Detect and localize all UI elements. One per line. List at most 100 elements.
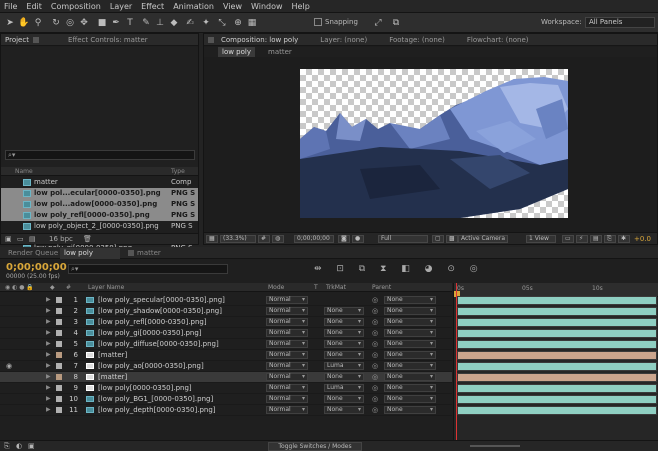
tab-footage[interactable]: Footage: (none) — [385, 36, 449, 44]
mode-select[interactable]: Normal — [266, 362, 308, 370]
timeline-search-input[interactable]: ⌕▾ — [68, 264, 228, 274]
av-features-icon[interactable]: ◉ ◐ ● 🔒 — [5, 284, 34, 291]
crumb-low-poly[interactable]: low poly — [218, 47, 255, 57]
transparency-grid-icon[interactable]: ▩ — [446, 235, 458, 243]
menu-view[interactable]: View — [223, 2, 242, 11]
mode-select[interactable]: Normal — [266, 384, 308, 392]
layer-duration-bar[interactable] — [457, 373, 657, 382]
view-axis-icon[interactable]: ▦ — [246, 17, 258, 29]
comp-flowchart-icon[interactable]: ⎘ — [4, 442, 10, 451]
eye-icon[interactable]: ◉ — [6, 361, 12, 371]
col-trkmat[interactable]: TrkMat — [326, 284, 346, 291]
layer-name[interactable]: [low poly_specular[0000-0350].png] — [98, 295, 225, 305]
clone-tool-icon[interactable]: ⊥ — [154, 17, 166, 29]
pickwhip-icon[interactable]: ◎ — [372, 328, 378, 338]
layer-row[interactable]: ▶ 3 [low poly_refl[0000-0350].png] Normal No… — [0, 317, 452, 328]
layer-name[interactable]: [low poly[0000-0350].png] — [98, 383, 192, 393]
pickwhip-icon[interactable]: ◎ — [372, 339, 378, 349]
mode-select[interactable]: Normal — [266, 340, 308, 348]
axis-icon[interactable]: ⤡ — [216, 17, 228, 29]
time-ruler[interactable]: 0s 05s 10s — [454, 283, 658, 297]
zoom-slider[interactable] — [470, 445, 520, 447]
always-preview-icon[interactable]: ▦ — [206, 235, 218, 243]
pickwhip-icon[interactable]: ◎ — [372, 372, 378, 382]
layer-duration-bar[interactable] — [457, 296, 657, 305]
expand-triangle-icon[interactable]: ▶ — [46, 328, 51, 338]
expand-triangle-icon[interactable]: ▶ — [46, 295, 51, 305]
trkmat-select[interactable]: None — [324, 329, 364, 337]
mode-select[interactable]: Normal — [266, 307, 308, 315]
project-item[interactable]: low pol...ecular[0000-0350].png PNG S — [1, 188, 198, 199]
parent-select[interactable]: None — [384, 340, 436, 348]
menu-window[interactable]: Window — [251, 2, 283, 11]
label-color-swatch[interactable] — [56, 341, 62, 347]
pickwhip-icon[interactable]: ◎ — [372, 383, 378, 393]
parent-select[interactable]: None — [384, 307, 436, 315]
interpret-footage-icon[interactable]: ▣ — [5, 235, 12, 243]
camera-select[interactable]: Active Camera — [458, 235, 508, 243]
layer-duration-bar[interactable] — [457, 340, 657, 349]
layer-name[interactable]: [matter] — [98, 350, 127, 360]
layer-row[interactable]: ▶ 8 [matter] Normal None ◎ None — [0, 372, 452, 383]
num-col-icon[interactable]: # — [66, 284, 71, 291]
menu-composition[interactable]: Composition — [51, 2, 101, 11]
layer-row[interactable]: ▶ 5 [low poly_diffuse[0000-0350].png] Norma… — [0, 339, 452, 350]
project-item[interactable]: low pol...adow[0000-0350].png PNG S — [1, 199, 198, 210]
menu-file[interactable]: File — [4, 2, 17, 11]
comp-lock-icon[interactable] — [208, 36, 214, 43]
col-t[interactable]: T — [314, 284, 318, 291]
hand-tool-icon[interactable]: ✋ — [18, 17, 30, 29]
type-tool-icon[interactable]: T — [124, 17, 136, 29]
pickwhip-icon[interactable]: ◎ — [372, 405, 378, 415]
magnification-select[interactable]: (33.3%) — [220, 235, 256, 243]
bpc-label[interactable]: 16 bpc — [49, 235, 73, 243]
selection-tool-icon[interactable]: ➤ — [4, 17, 16, 29]
rectangle-tool-icon[interactable]: ■ — [96, 17, 108, 29]
trkmat-select[interactable]: Luma — [324, 362, 364, 370]
parent-select[interactable]: None — [384, 384, 436, 392]
snapping-checkbox[interactable] — [314, 18, 322, 26]
layer-name[interactable]: [low poly_gi[0000-0350].png] — [98, 328, 202, 338]
parent-select[interactable]: None — [384, 395, 436, 403]
tab-layer[interactable]: Layer: (none) — [316, 36, 371, 44]
trkmat-select[interactable]: None — [324, 406, 364, 414]
layer-name[interactable]: [low poly_depth[0000-0350].png] — [98, 405, 216, 415]
tab-low-poly[interactable]: low poly — [60, 248, 120, 259]
trkmat-select[interactable]: None — [324, 307, 364, 315]
label-color-swatch[interactable] — [56, 385, 62, 391]
trkmat-select[interactable]: None — [324, 395, 364, 403]
flowchart-icon[interactable]: ⎘ — [604, 235, 616, 243]
snap-options-icon[interactable]: ⧉ — [390, 17, 402, 29]
roto-brush-tool-icon[interactable]: ✍ — [184, 17, 196, 29]
label-color-swatch[interactable] — [56, 363, 62, 369]
col-name[interactable]: Name — [15, 168, 33, 175]
current-time-display[interactable]: 0;00;00;00 — [294, 235, 334, 243]
expand-triangle-icon[interactable]: ▶ — [46, 317, 51, 327]
layer-duration-bar[interactable] — [457, 395, 657, 404]
grid-icon[interactable]: # — [258, 235, 270, 243]
pen-tool-icon[interactable]: ✒ — [110, 17, 122, 29]
layer-name[interactable]: [matter] — [98, 372, 127, 382]
expand-triangle-icon[interactable]: ▶ — [46, 350, 51, 360]
timeline-icon[interactable]: ▤ — [590, 235, 602, 243]
layer-row[interactable]: ▶ 6 [matter] Normal None ◎ None — [0, 350, 452, 361]
camera-tool-icon[interactable]: ◎ — [64, 17, 76, 29]
expand-triangle-icon[interactable]: ▶ — [46, 339, 51, 349]
parent-select[interactable]: None — [384, 406, 436, 414]
label-col-icon[interactable]: ◆ — [50, 284, 55, 291]
layer-row[interactable]: ▶ 10 [low poly_BG1_[0000-0350].png] Normal N… — [0, 394, 452, 405]
expand-triangle-icon[interactable]: ▶ — [46, 394, 51, 404]
layer-name[interactable]: [low poly_ao[0000-0350].png] — [98, 361, 204, 371]
crumb-matter[interactable]: matter — [268, 47, 292, 57]
channel-icon[interactable]: ● — [352, 235, 364, 243]
layer-duration-bar[interactable] — [457, 384, 657, 393]
layer-duration-bar[interactable] — [457, 406, 657, 415]
menu-help[interactable]: Help — [292, 2, 310, 11]
mode-select[interactable]: Normal — [266, 329, 308, 337]
resolution-select[interactable]: Full — [378, 235, 428, 243]
mode-select[interactable]: Normal — [266, 351, 308, 359]
toggle-switches-modes-button[interactable]: Toggle Switches / Modes — [268, 442, 362, 451]
pickwhip-icon[interactable]: ◎ — [372, 394, 378, 404]
expand-triangle-icon[interactable]: ▶ — [46, 306, 51, 316]
project-item[interactable]: matter Comp — [1, 177, 198, 188]
